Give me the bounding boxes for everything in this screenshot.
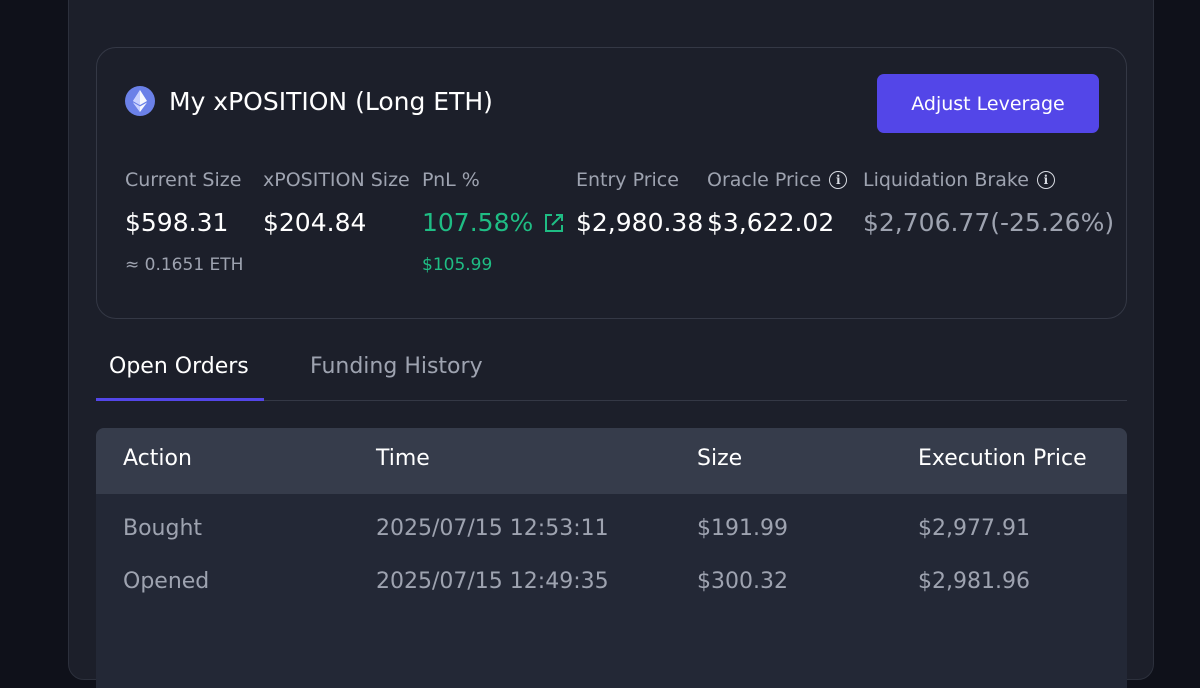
pnl-value-row: 107.58% bbox=[422, 208, 565, 237]
current-size-label: Current Size bbox=[125, 169, 242, 191]
position-title: My xPOSITION (Long ETH) bbox=[169, 86, 493, 116]
liquidation-brake-label-row: Liquidation Brake i bbox=[863, 169, 1114, 191]
position-card: My xPOSITION (Long ETH) Adjust Leverage … bbox=[96, 47, 1127, 319]
external-link-icon[interactable] bbox=[543, 212, 565, 234]
current-size-eth: ≈ 0.1651 ETH bbox=[125, 255, 244, 275]
pnl-label: PnL % bbox=[422, 169, 480, 191]
row-time: 2025/07/15 12:53:11 bbox=[376, 516, 609, 541]
entry-price-value: $2,980.38 bbox=[576, 208, 704, 237]
order-tabs: Open Orders Funding History bbox=[96, 342, 1127, 401]
stat-pnl: PnL % 107.58% $105.99 bbox=[422, 169, 565, 275]
stat-oracle-price: Oracle Price i $3,622.02 bbox=[707, 169, 848, 237]
oracle-price-label: Oracle Price bbox=[707, 169, 822, 191]
xposition-size-value: $204.84 bbox=[263, 208, 367, 237]
ethereum-icon bbox=[125, 86, 155, 116]
liquidation-brake-value: $2,706.77(-25.26%) bbox=[863, 208, 1115, 237]
oracle-price-value: $3,622.02 bbox=[707, 208, 835, 237]
header-time: Time bbox=[376, 446, 430, 471]
stat-current-size: Current Size $598.31 ≈ 0.1651 ETH bbox=[125, 169, 243, 275]
row-size: $191.99 bbox=[697, 516, 788, 541]
pnl-percent: 107.58% bbox=[422, 208, 534, 237]
stat-xposition-size: xPOSITION Size $204.84 bbox=[263, 169, 410, 237]
header-action: Action bbox=[123, 446, 192, 471]
entry-price-label: Entry Price bbox=[576, 169, 679, 191]
liquidation-brake-label: Liquidation Brake bbox=[863, 169, 1029, 191]
active-tab-indicator bbox=[96, 398, 264, 401]
header-execution-price: Execution Price bbox=[918, 446, 1087, 471]
row-time: 2025/07/15 12:49:35 bbox=[376, 569, 609, 594]
stat-entry-price: Entry Price $2,980.38 bbox=[576, 169, 703, 237]
info-icon[interactable]: i bbox=[829, 171, 848, 189]
info-icon[interactable]: i bbox=[1036, 171, 1055, 189]
row-size: $300.32 bbox=[697, 569, 788, 594]
adjust-leverage-button[interactable]: Adjust Leverage bbox=[877, 74, 1099, 133]
position-header: My xPOSITION (Long ETH) bbox=[125, 86, 493, 116]
tab-funding-history[interactable]: Funding History bbox=[310, 354, 483, 379]
table-row: Opened 2025/07/15 12:49:35 $300.32 $2,98… bbox=[96, 569, 1127, 622]
xposition-size-label: xPOSITION Size bbox=[263, 169, 410, 191]
row-action: Bought bbox=[123, 516, 203, 541]
pnl-amount: $105.99 bbox=[422, 255, 493, 275]
row-execution-price: $2,977.91 bbox=[918, 516, 1030, 541]
header-size: Size bbox=[697, 446, 743, 471]
table-header: Action Time Size Execution Price bbox=[96, 428, 1127, 494]
oracle-price-label-row: Oracle Price i bbox=[707, 169, 848, 191]
tab-open-orders[interactable]: Open Orders bbox=[109, 354, 249, 379]
row-execution-price: $2,981.96 bbox=[918, 569, 1030, 594]
table-row: Bought 2025/07/15 12:53:11 $191.99 $2,97… bbox=[96, 516, 1127, 569]
stat-liquidation-brake: Liquidation Brake i $2,706.77(-25.26%) bbox=[863, 169, 1114, 237]
current-size-value: $598.31 bbox=[125, 208, 229, 237]
row-action: Opened bbox=[123, 569, 210, 594]
open-orders-table: Action Time Size Execution Price Bought … bbox=[96, 428, 1127, 688]
